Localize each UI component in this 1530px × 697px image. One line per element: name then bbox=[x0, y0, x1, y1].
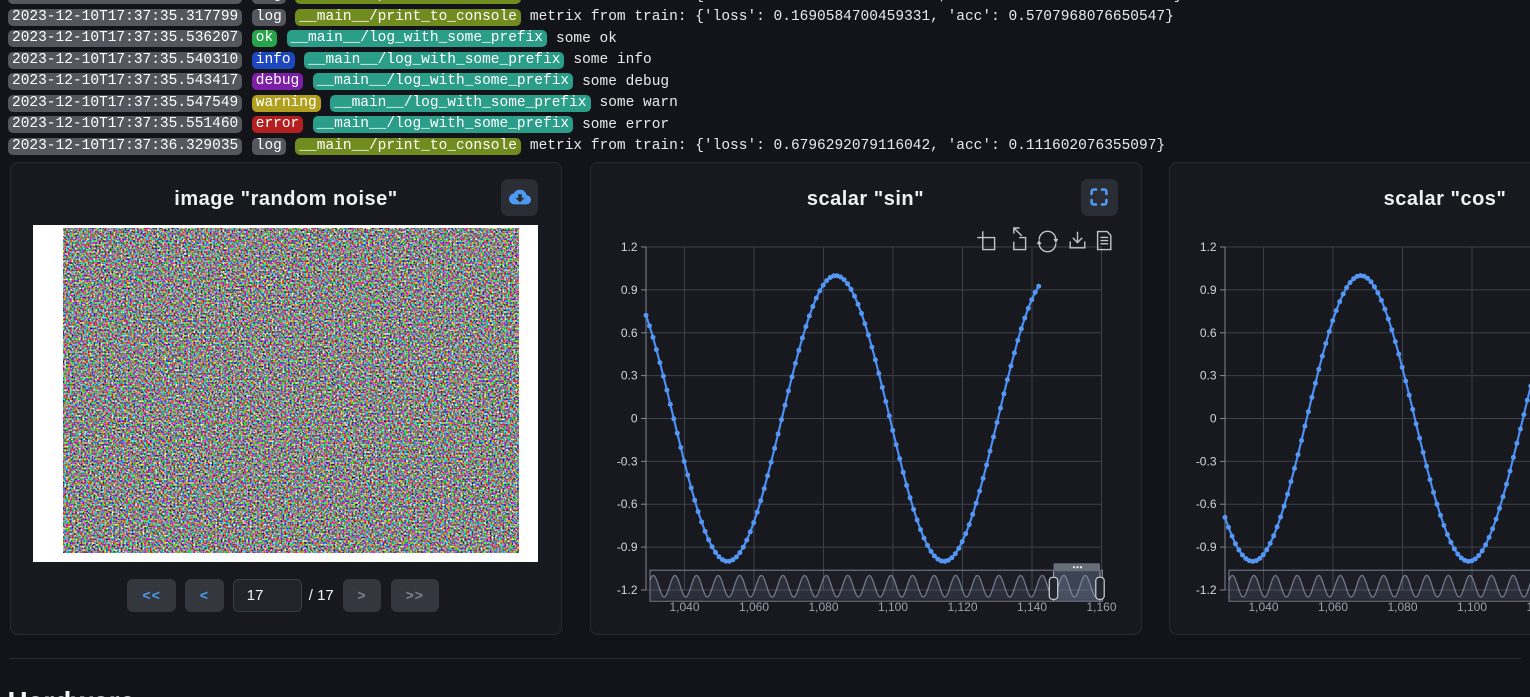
svg-text:1.2: 1.2 bbox=[1200, 240, 1217, 254]
svg-text:0: 0 bbox=[1210, 411, 1217, 425]
svg-text:-1.2: -1.2 bbox=[1196, 583, 1217, 597]
svg-text:1,140: 1,140 bbox=[1016, 600, 1046, 614]
svg-text:1,080: 1,080 bbox=[808, 600, 838, 614]
svg-text:-0.6: -0.6 bbox=[616, 497, 637, 511]
svg-text:1,120: 1,120 bbox=[947, 600, 977, 614]
svg-text:0.6: 0.6 bbox=[1200, 325, 1217, 339]
svg-text:0.9: 0.9 bbox=[1200, 282, 1217, 296]
svg-text:-1.2: -1.2 bbox=[616, 583, 637, 597]
svg-text:1,060: 1,060 bbox=[1318, 600, 1348, 614]
svg-text:1,040: 1,040 bbox=[1248, 600, 1278, 614]
svg-text:-0.6: -0.6 bbox=[1196, 497, 1217, 511]
svg-text:-0.9: -0.9 bbox=[616, 540, 637, 554]
svg-text:0.6: 0.6 bbox=[620, 325, 637, 339]
svg-text:0.3: 0.3 bbox=[620, 368, 637, 382]
svg-text:1,080: 1,080 bbox=[1387, 600, 1417, 614]
svg-text:1.2: 1.2 bbox=[620, 240, 637, 254]
svg-text:0: 0 bbox=[630, 411, 637, 425]
svg-text:0.3: 0.3 bbox=[1200, 368, 1217, 382]
svg-text:1,100: 1,100 bbox=[1457, 600, 1487, 614]
svg-text:0.9: 0.9 bbox=[620, 282, 637, 296]
svg-text:1,160: 1,160 bbox=[1086, 600, 1116, 614]
svg-text:-0.3: -0.3 bbox=[1196, 454, 1217, 468]
svg-text:1,100: 1,100 bbox=[877, 600, 907, 614]
svg-text:-0.9: -0.9 bbox=[1196, 540, 1217, 554]
svg-text:1,040: 1,040 bbox=[669, 600, 699, 614]
svg-text:-0.3: -0.3 bbox=[616, 454, 637, 468]
svg-text:1,060: 1,060 bbox=[738, 600, 768, 614]
svg-text:1,120: 1,120 bbox=[1526, 600, 1530, 614]
